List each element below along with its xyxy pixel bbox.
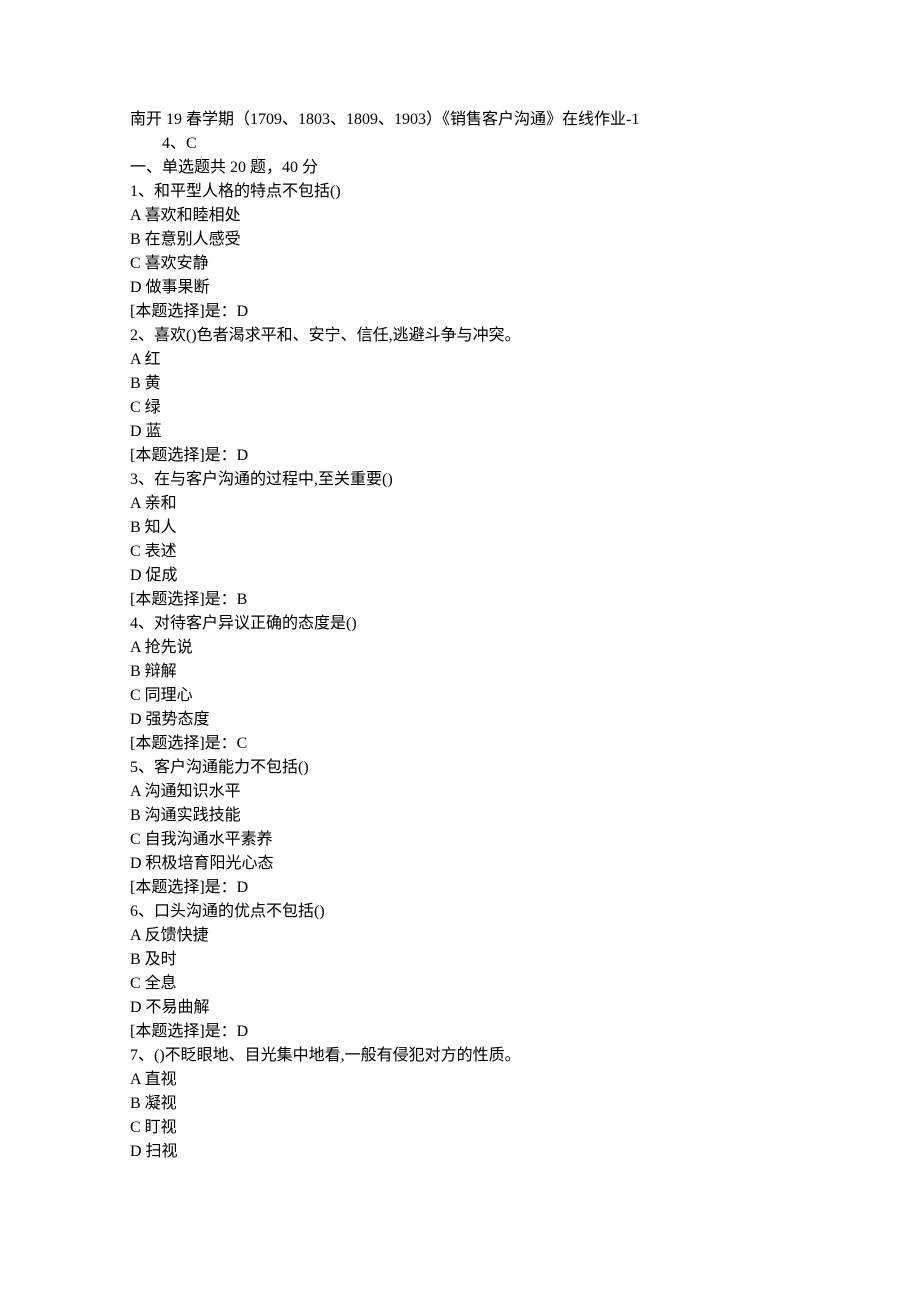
- option: A 直视: [130, 1068, 790, 1092]
- answer: [本题选择]是：D: [130, 444, 790, 468]
- answer: [本题选择]是：D: [130, 1020, 790, 1044]
- option: D 做事果断: [130, 276, 790, 300]
- option: D 扫视: [130, 1140, 790, 1164]
- option: D 强势态度: [130, 708, 790, 732]
- question-text: 2、喜欢()色者渴求平和、安宁、信任,逃避斗争与冲突。: [130, 324, 790, 348]
- question-text: 6、口头沟通的优点不包括(): [130, 900, 790, 924]
- question-text: 4、对待客户异议正确的态度是(): [130, 612, 790, 636]
- option: B 沟通实践技能: [130, 804, 790, 828]
- option: A 喜欢和睦相处: [130, 204, 790, 228]
- option: A 抢先说: [130, 636, 790, 660]
- option: B 及时: [130, 948, 790, 972]
- option: B 在意别人感受: [130, 228, 790, 252]
- question-text: 7、()不眨眼地、目光集中地看,一般有侵犯对方的性质。: [130, 1044, 790, 1068]
- option: D 蓝: [130, 420, 790, 444]
- doc-title: 南开 19 春学期（1709、1803、1809、1903）《销售客户沟通》在线…: [130, 108, 790, 132]
- answer: [本题选择]是：B: [130, 588, 790, 612]
- section-header: 一、单选题共 20 题，40 分: [130, 156, 790, 180]
- option: A 红: [130, 348, 790, 372]
- option: A 反馈快捷: [130, 924, 790, 948]
- option: C 表述: [130, 540, 790, 564]
- option: C 盯视: [130, 1116, 790, 1140]
- option: B 凝视: [130, 1092, 790, 1116]
- option: D 积极培育阳光心态: [130, 852, 790, 876]
- question-text: 3、在与客户沟通的过程中,至关重要(): [130, 468, 790, 492]
- question-text: 5、客户沟通能力不包括(): [130, 756, 790, 780]
- option: C 同理心: [130, 684, 790, 708]
- option: C 全息: [130, 972, 790, 996]
- option: B 黄: [130, 372, 790, 396]
- option: D 促成: [130, 564, 790, 588]
- option: B 知人: [130, 516, 790, 540]
- answer: [本题选择]是：D: [130, 876, 790, 900]
- option: C 绿: [130, 396, 790, 420]
- answer: [本题选择]是：C: [130, 732, 790, 756]
- answer: [本题选择]是：D: [130, 300, 790, 324]
- option: B 辩解: [130, 660, 790, 684]
- option: A 亲和: [130, 492, 790, 516]
- question-text: 1、和平型人格的特点不包括(): [130, 180, 790, 204]
- option: C 自我沟通水平素养: [130, 828, 790, 852]
- option: D 不易曲解: [130, 996, 790, 1020]
- option: A 沟通知识水平: [130, 780, 790, 804]
- option: C 喜欢安静: [130, 252, 790, 276]
- header-subline: 4、C: [130, 132, 790, 156]
